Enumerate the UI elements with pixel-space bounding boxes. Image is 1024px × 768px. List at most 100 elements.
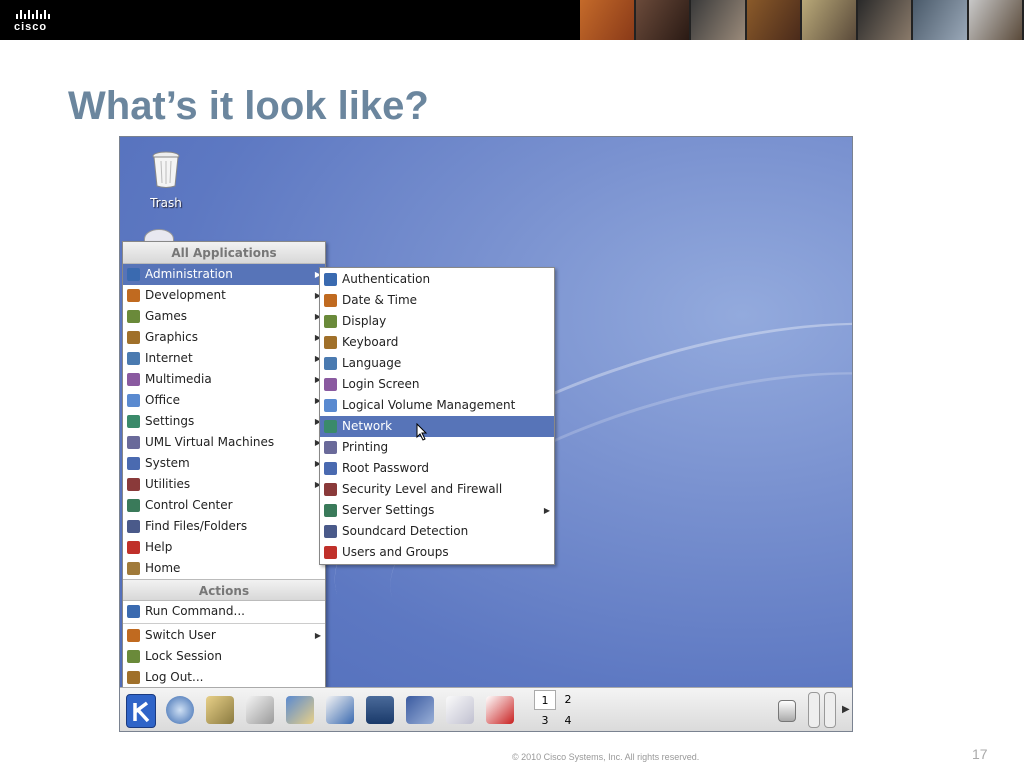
action-item-switch-user[interactable]: Switch User ▶: [123, 625, 325, 646]
menu-item-multimedia[interactable]: Multimedia ▶: [123, 369, 325, 390]
menu-item-label: Login Screen: [342, 377, 420, 391]
menu-item-label: Administration: [145, 267, 233, 281]
tray-handle[interactable]: [808, 692, 820, 728]
office-launcher-icon[interactable]: [246, 696, 274, 724]
menu-item-development[interactable]: Development ▶: [123, 285, 325, 306]
copyright-footer: © 2010 Cisco Systems, Inc. All rights re…: [512, 752, 700, 762]
keyboard-icon: [324, 336, 337, 349]
menu-item-label: Authentication: [342, 272, 431, 286]
submenu-item-soundcard-detection[interactable]: Soundcard Detection: [320, 521, 554, 542]
terminal-launcher-icon[interactable]: [366, 696, 394, 724]
mail-launcher-icon[interactable]: [206, 696, 234, 724]
menu-item-label: Keyboard: [342, 335, 399, 349]
menu-header-actions: Actions: [123, 579, 325, 601]
menu-item-label: Settings: [145, 414, 195, 428]
games-icon: [127, 310, 140, 323]
menu-item-control-center[interactable]: Control Center: [123, 495, 325, 516]
cisco-logo-text: cisco: [14, 21, 48, 33]
header-photo: [913, 0, 969, 40]
menu-item-label: Language: [342, 356, 402, 370]
desktop-pager: 1 2 3 4: [534, 690, 580, 731]
menu-header-all-applications: All Applications: [123, 242, 325, 264]
submenu-item-printing[interactable]: Printing: [320, 437, 554, 458]
header-photo: [968, 0, 1024, 40]
printer-icon: [324, 441, 337, 454]
submenu-arrow-icon: ▶: [543, 506, 550, 515]
lock-icon: [127, 650, 140, 663]
menu-item-settings[interactable]: Settings ▶: [123, 411, 325, 432]
document-launcher-icon[interactable]: [446, 696, 474, 724]
menu-item-label: Switch User: [145, 628, 216, 642]
submenu-item-authentication[interactable]: Authentication: [320, 269, 554, 290]
multimedia-icon: [127, 373, 140, 386]
kde-logo-icon: [133, 701, 150, 723]
action-item-run-command[interactable]: Run Command...: [123, 601, 325, 622]
utilities-icon: [127, 478, 140, 491]
clipboard-tray-icon[interactable]: [778, 700, 796, 722]
menu-item-label: Games: [145, 309, 187, 323]
help-icon: [127, 541, 140, 554]
administration-submenu: Authentication Date & Time Display Keyboard…: [319, 267, 555, 565]
users-icon: [324, 546, 337, 559]
slide-title: What’s it look like?: [68, 84, 429, 128]
menu-item-label: Network: [342, 419, 393, 433]
menu-item-games[interactable]: Games ▶: [123, 306, 325, 327]
menu-item-system[interactable]: System ▶: [123, 453, 325, 474]
menu-item-label: Printing: [342, 440, 389, 454]
menu-item-home[interactable]: Home: [123, 558, 325, 579]
menu-item-label: Log Out...: [145, 670, 204, 684]
header-photo: [580, 0, 636, 40]
submenu-item-display[interactable]: Display: [320, 311, 554, 332]
menu-item-label: Soundcard Detection: [342, 524, 469, 538]
menu-item-utilities[interactable]: Utilities ▶: [123, 474, 325, 495]
run-icon: [127, 605, 140, 618]
network-icon: [324, 420, 337, 433]
submenu-item-login-screen[interactable]: Login Screen: [320, 374, 554, 395]
browser-launcher-icon[interactable]: [166, 696, 194, 724]
linux-desktop-screenshot: Trash All Applications Administration ▶ De…: [119, 136, 853, 732]
system-icon: [127, 457, 140, 470]
menu-item-help[interactable]: Help: [123, 537, 325, 558]
soundcard-icon: [324, 525, 337, 538]
tray-expand-arrow-icon[interactable]: ▶: [842, 704, 850, 715]
submenu-item-date-time[interactable]: Date & Time: [320, 290, 554, 311]
submenu-item-server-settings[interactable]: Server Settings ▶: [320, 500, 554, 521]
menu-item-label: Home: [145, 561, 181, 575]
header-photo: [635, 0, 691, 40]
pdf-launcher-icon[interactable]: [486, 696, 514, 724]
menu-item-graphics[interactable]: Graphics ▶: [123, 327, 325, 348]
header-photo: [857, 0, 913, 40]
menu-item-internet[interactable]: Internet ▶: [123, 348, 325, 369]
menu-item-uml-virtual-machines[interactable]: UML Virtual Machines ▶: [123, 432, 325, 453]
menu-item-find-files-folders[interactable]: Find Files/Folders: [123, 516, 325, 537]
submenu-item-keyboard[interactable]: Keyboard: [320, 332, 554, 353]
menu-item-label: Find Files/Folders: [145, 519, 248, 533]
menu-item-label: Display: [342, 314, 387, 328]
submenu-item-users-and-groups[interactable]: Users and Groups: [320, 542, 554, 563]
desktop-icon-trash[interactable]: Trash: [142, 151, 190, 210]
kde-taskbar: 1 2 3 4 ▶: [120, 687, 852, 731]
root-password-icon: [324, 462, 337, 475]
pager-desktop-3[interactable]: 3: [534, 711, 556, 731]
action-item-lock-session[interactable]: Lock Session: [123, 646, 325, 667]
menu-item-office[interactable]: Office ▶: [123, 390, 325, 411]
submenu-item-network[interactable]: Network: [320, 416, 554, 437]
submenu-item-root-password[interactable]: Root Password: [320, 458, 554, 479]
network-launcher-icon[interactable]: [406, 696, 434, 724]
kde-application-menu: All Applications Administration ▶ Developm…: [122, 241, 326, 689]
help-launcher-icon[interactable]: [326, 696, 354, 724]
menu-item-administration[interactable]: Administration ▶: [123, 264, 325, 285]
tray-handle[interactable]: [824, 692, 836, 728]
pager-desktop-2[interactable]: 2: [557, 690, 579, 710]
menu-item-label: UML Virtual Machines: [145, 435, 275, 449]
submenu-item-language[interactable]: Language: [320, 353, 554, 374]
submenu-item-logical-volume-management[interactable]: Logical Volume Management: [320, 395, 554, 416]
action-item-log-out[interactable]: Log Out...: [123, 667, 325, 688]
menu-item-label: Root Password: [342, 461, 430, 475]
submenu-item-security-level-and-firewall[interactable]: Security Level and Firewall: [320, 479, 554, 500]
pager-desktop-4[interactable]: 4: [557, 711, 579, 731]
pager-desktop-1[interactable]: 1: [534, 690, 556, 710]
k-menu-button[interactable]: [126, 694, 156, 728]
header-photo-strip: [580, 0, 1024, 40]
writer-launcher-icon[interactable]: [286, 696, 314, 724]
